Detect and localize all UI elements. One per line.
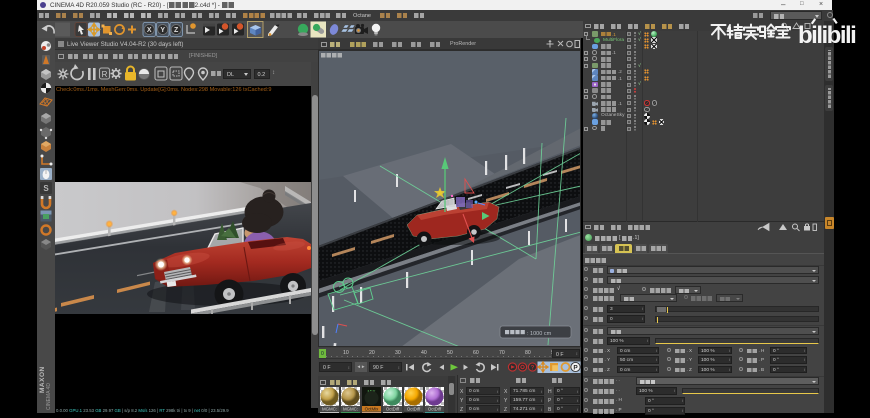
svg-text:P: P [573,364,578,371]
svg-text:S: S [43,184,49,193]
svg-text:X: X [147,27,152,34]
svg-text:OctDiff: OctDiff [407,406,421,411]
svg-text:MGMC:: MGMC: [343,406,358,411]
svg-text:OctDiff: OctDiff [428,406,442,411]
svg-text:OctMix: OctMix [365,406,379,411]
svg-text:Y: Y [160,27,165,34]
svg-text:OctDiff: OctDiff [386,406,400,411]
svg-text:MGMC:: MGMC: [322,406,337,411]
svg-text:bilibili: bilibili [798,22,855,49]
svg-text:?: ? [531,365,535,371]
svg-text:: 1000 cm: : 1000 cm [527,331,552,337]
svg-text:Z: Z [174,27,179,34]
svg-text:R: R [102,70,108,79]
